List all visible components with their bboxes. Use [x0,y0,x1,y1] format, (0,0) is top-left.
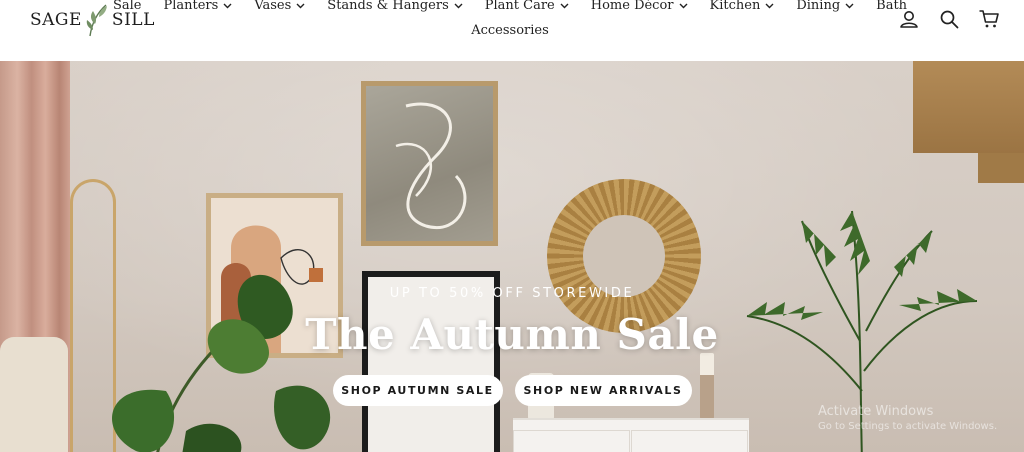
nav-item-label: Accessories [471,23,549,38]
account-icon[interactable] [898,8,920,30]
nav-item-label: Planters [163,0,219,13]
watermark-line-1: Activate Windows [818,404,934,419]
wood-beam-image [913,61,1024,153]
nav-item-vases[interactable]: Vases [243,0,316,14]
wood-beam-lower-image [978,153,1024,183]
nav-item-label: Home Décor [590,0,674,13]
nav-row-secondary: Accessories [150,23,870,39]
sideboard-image [513,418,749,452]
chevron-down-icon [296,3,305,9]
search-icon[interactable] [938,8,960,30]
nav-item-label: Stands & Hangers [327,0,449,13]
nav-item-stands-hangers[interactable]: Stands & Hangers [316,0,473,14]
hero-button-group: SHOP AUTUMN SALE SHOP NEW ARRIVALS [0,375,1024,406]
nav-item-label: Kitchen [709,0,761,13]
shop-new-arrivals-button[interactable]: SHOP NEW ARRIVALS [514,375,692,406]
chevron-down-icon [679,3,688,9]
windows-activation-watermark: Activate Windows Go to Settings to activ… [818,404,997,432]
nav-item-label: Dining [796,0,841,13]
nav-item-kitchen[interactable]: Kitchen [699,0,786,14]
nav-item-label: Sale [112,0,142,13]
shop-autumn-sale-button[interactable]: SHOP AUTUMN SALE [332,375,503,406]
chevron-down-icon [845,3,854,9]
abstract-art-frame-image [361,81,498,246]
chevron-down-icon [765,3,774,9]
hero-title: The Autumn Sale [305,310,719,359]
nav-item-sale[interactable]: Sale [102,0,153,14]
nav-item-plant-care[interactable]: Plant Care [474,0,580,14]
main-navigation: Sale Planters Vases Stands & Hangers Plant C… [113,0,907,39]
chevron-down-icon [223,3,232,9]
nav-item-home-d-cor[interactable]: Home Décor [580,0,699,14]
hero-banner: UP TO 50% OFF STOREWIDE The Autumn Sale … [0,61,1024,452]
nav-item-planters[interactable]: Planters [152,0,243,14]
brand-name-left: SAGE [30,10,82,30]
nav-item-dining[interactable]: Dining [785,0,865,14]
watermark-line-2: Go to Settings to activate Windows. [818,421,998,432]
nav-row-primary: Sale Planters Vases Stands & Hangers Plant C… [113,0,907,14]
header-icon-group [898,8,1000,30]
chevron-down-icon [560,3,569,9]
nav-item-label: Vases [254,0,292,13]
nav-item-accessories[interactable]: Accessories [460,23,560,39]
site-header: SAGE SILL Sale Planters Vases Stands & Hang… [0,0,1024,61]
hero-subtitle: UP TO 50% OFF STOREWIDE [389,286,635,301]
nav-item-label: Plant Care [484,0,555,13]
cart-icon[interactable] [978,8,1000,30]
chevron-down-icon [454,3,463,9]
